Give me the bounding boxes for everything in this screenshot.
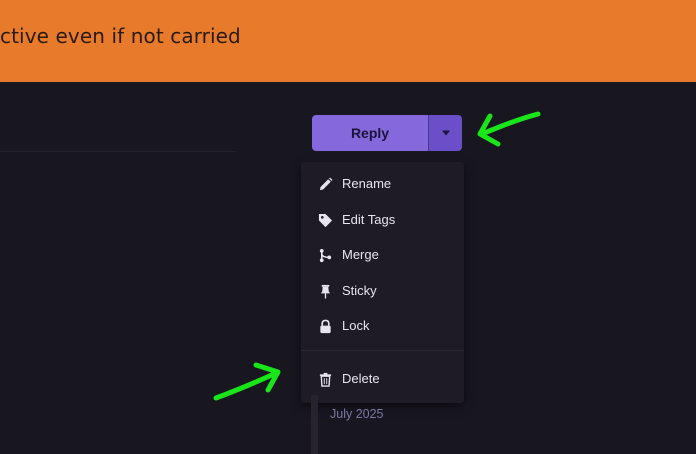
menu-item-label: Merge bbox=[342, 247, 379, 262]
lock-icon bbox=[317, 318, 333, 334]
menu-item-lock[interactable]: Lock bbox=[301, 309, 464, 343]
menu-separator bbox=[301, 350, 464, 351]
trash-icon bbox=[317, 371, 333, 387]
page: ctive even if not carried Reply Rename E… bbox=[0, 0, 696, 454]
merge-icon bbox=[317, 247, 333, 263]
arrow-annotation-icon bbox=[213, 362, 281, 401]
tag-icon bbox=[317, 212, 333, 228]
menu-item-label: Rename bbox=[342, 176, 392, 191]
menu-item-label: Sticky bbox=[342, 283, 377, 298]
menu-item-delete[interactable]: Delete bbox=[301, 362, 464, 396]
caret-down-icon bbox=[441, 130, 450, 136]
timeline-scrubber[interactable] bbox=[311, 395, 318, 454]
menu-item-sticky[interactable]: Sticky bbox=[301, 274, 464, 308]
reply-dropdown-toggle[interactable] bbox=[429, 115, 462, 151]
menu-item-edit-tags[interactable]: Edit Tags bbox=[301, 203, 464, 237]
banner-text: ctive even if not carried bbox=[0, 24, 241, 48]
menu-item-label: Lock bbox=[342, 318, 370, 333]
reply-button-label: Reply bbox=[350, 125, 390, 141]
pencil-icon bbox=[317, 176, 333, 192]
arrow-annotation-icon bbox=[477, 111, 541, 147]
menu-item-label: Edit Tags bbox=[342, 212, 396, 227]
pin-icon bbox=[317, 283, 333, 299]
discussion-divider bbox=[0, 151, 236, 152]
discussion-controls-menu: Rename Edit Tags Merge Sticky Lock Delet… bbox=[301, 162, 464, 403]
reply-button[interactable]: Reply bbox=[312, 115, 428, 151]
menu-item-merge[interactable]: Merge bbox=[301, 238, 464, 272]
menu-item-rename[interactable]: Rename bbox=[301, 167, 464, 201]
menu-item-label: Delete bbox=[342, 371, 380, 386]
notice-banner: ctive even if not carried bbox=[0, 0, 696, 82]
timeline-date: July 2025 bbox=[330, 407, 384, 421]
